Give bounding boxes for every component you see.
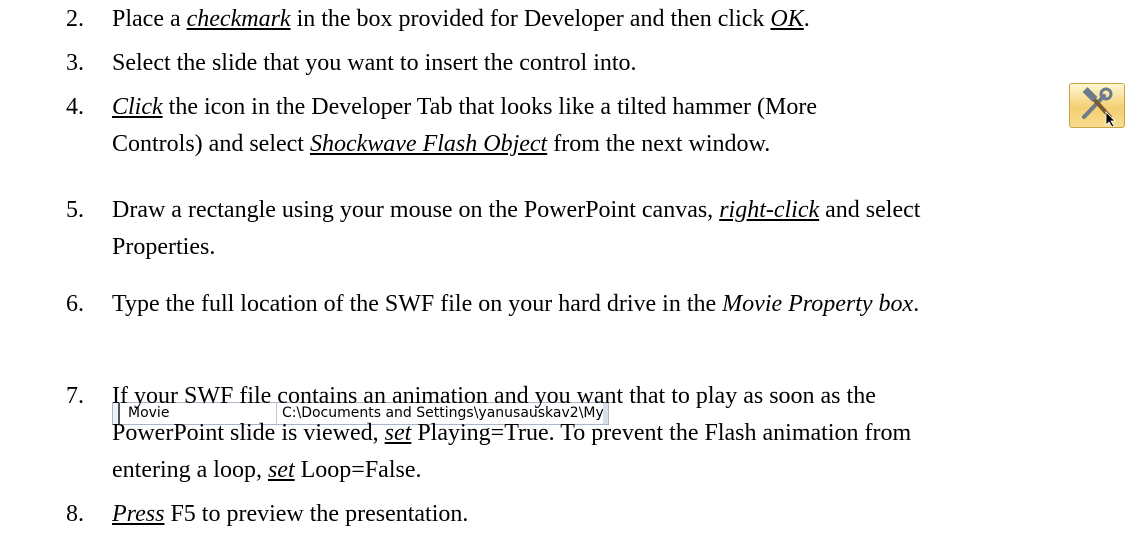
step-text: .	[803, 6, 810, 32]
step-number: 6.	[66, 291, 84, 317]
step-number: 3.	[66, 50, 84, 76]
step-text: Loop=False.	[294, 457, 422, 483]
step-number: 7.	[66, 383, 84, 409]
step-4-continued: Controls) and select Shockwave Flash Obj…	[112, 130, 770, 158]
step-7-continued: PowerPoint slide is viewed, set Playing=…	[112, 419, 911, 447]
step-number: 4.	[66, 94, 84, 120]
emphasis-movie-property-box: Movie Property box	[722, 291, 914, 317]
tilted-hammer-icon	[1082, 87, 1116, 128]
step-text: in the box provided for Developer and th…	[290, 6, 771, 32]
emphasis-press: Press	[112, 501, 165, 527]
step-text: from the next window.	[547, 131, 771, 157]
emphasis-right-click: right-click	[719, 197, 820, 223]
step-8: 8. Press F5 to preview the presentation.	[66, 500, 468, 528]
step-5: 5. Draw a rectangle using your mouse on t…	[66, 196, 920, 224]
step-7: 7. If your SWF file contains an animation…	[66, 382, 876, 410]
step-text: the icon in the Developer Tab that looks…	[162, 94, 818, 120]
step-7-continued-2: entering a loop, set Loop=False.	[112, 456, 421, 484]
step-6: 6. Type the full location of the SWF file…	[66, 290, 919, 318]
step-2: 2. Place a checkmark in the box provided …	[66, 5, 810, 33]
emphasis-shockwave-flash-object: Shockwave Flash Object	[309, 131, 548, 157]
step-text: Draw a rectangle using your mouse on the…	[112, 197, 720, 223]
step-text: Type the full location of the SWF file o…	[112, 291, 723, 317]
step-text: Playing=True. To prevent the Flash anima…	[411, 420, 912, 446]
emphasis-set: set	[267, 457, 295, 483]
step-number: 2.	[66, 6, 84, 32]
step-text: and select	[819, 197, 921, 223]
step-text: Select the slide that you want to insert…	[112, 50, 637, 76]
step-3: 3. Select the slide that you want to inse…	[66, 49, 637, 77]
emphasis-click: Click	[112, 94, 163, 120]
emphasis-checkmark: checkmark	[186, 6, 291, 32]
step-text: .	[913, 291, 920, 317]
step-text: Controls) and select	[112, 131, 310, 157]
step-4: 4. Click the icon in the Developer Tab th…	[66, 93, 817, 121]
step-number: 5.	[66, 197, 84, 223]
step-text: If your SWF file contains an animation a…	[112, 383, 876, 409]
step-text: F5 to preview the presentation.	[164, 501, 469, 527]
step-text: Place a	[112, 6, 187, 32]
step-text: Properties.	[112, 234, 216, 260]
emphasis-ok: OK	[770, 6, 804, 32]
step-text: PowerPoint slide is viewed,	[112, 420, 385, 446]
step-5-continued: Properties.	[112, 233, 215, 261]
step-text: entering a loop,	[112, 457, 268, 483]
more-controls-icon	[1069, 83, 1125, 128]
step-number: 8.	[66, 501, 84, 527]
emphasis-set: set	[384, 420, 412, 446]
